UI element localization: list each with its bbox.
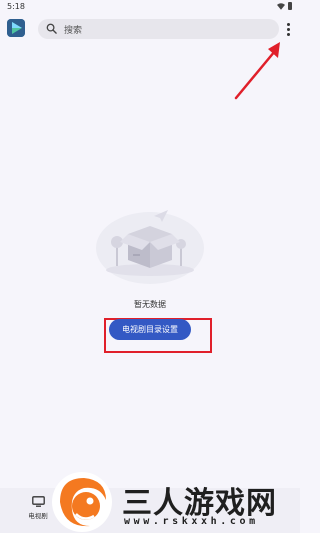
more-vertical-icon (286, 22, 290, 26)
tv-icon (31, 496, 45, 507)
status-icons (277, 2, 292, 10)
tv-catalog-settings-button[interactable]: 电视剧目录设置 (109, 319, 191, 340)
tab-tv-series-label: 电视剧 (28, 512, 48, 520)
watermark-logo (52, 472, 112, 532)
watermark-url: www.rskxxh.com (124, 516, 259, 527)
empty-box-illustration (96, 210, 204, 284)
empty-state-text: 暂无数据 (134, 300, 166, 309)
watermark: 三人游戏网 www.rskxxh.com (50, 470, 300, 533)
search-icon (46, 23, 57, 34)
search-placeholder: 搜索 (64, 26, 83, 36)
wifi-icon (277, 2, 285, 10)
annotation-arrow (234, 42, 280, 100)
battery-icon (288, 2, 292, 10)
play-logo-icon[interactable] (7, 19, 25, 37)
status-bar: 5:18 (0, 0, 300, 14)
status-time: 5:18 (7, 2, 25, 11)
